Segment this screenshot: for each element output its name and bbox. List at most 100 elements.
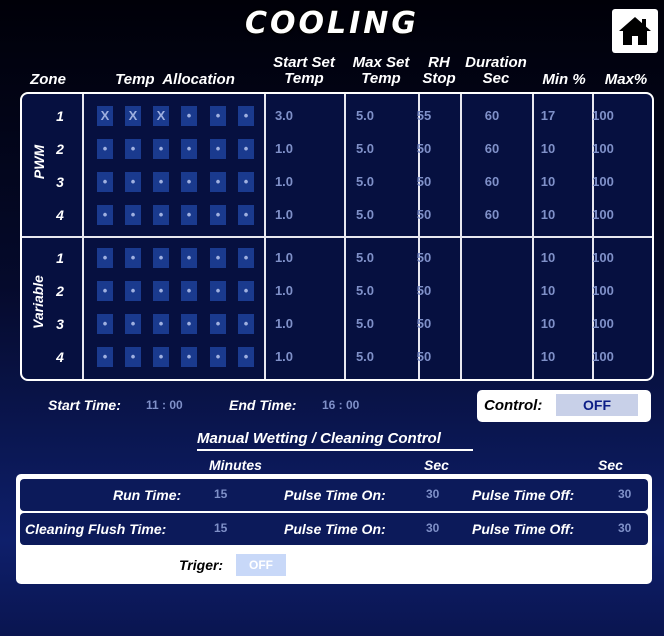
pwm-alloc-cell[interactable]: • bbox=[153, 205, 169, 225]
pulse-on-value[interactable]: 30 bbox=[426, 521, 439, 535]
pwm-duration-value[interactable]: 60 bbox=[472, 174, 512, 189]
variable-alloc-cell[interactable]: • bbox=[181, 248, 197, 268]
variable-alloc-cell[interactable]: • bbox=[181, 347, 197, 367]
pwm-start-value[interactable]: 1.0 bbox=[264, 174, 304, 189]
pwm-alloc-cell[interactable]: • bbox=[181, 106, 197, 126]
variable-max-value[interactable]: 5.0 bbox=[345, 283, 385, 298]
pwm-alloc-cell[interactable]: • bbox=[210, 172, 226, 192]
pwm-start-value[interactable]: 1.0 bbox=[264, 141, 304, 156]
variable-start-value[interactable]: 1.0 bbox=[264, 349, 304, 364]
variable-alloc-cell[interactable]: • bbox=[238, 347, 254, 367]
pwm-alloc-cell[interactable]: • bbox=[238, 106, 254, 126]
pwm-duration-value[interactable]: 60 bbox=[472, 108, 512, 123]
run-time-value[interactable]: 15 bbox=[214, 487, 227, 501]
variable-maxp-value[interactable]: 100 bbox=[583, 349, 623, 364]
pwm-rh-value[interactable]: 55 bbox=[404, 108, 444, 123]
pwm-alloc-cell[interactable]: • bbox=[125, 172, 141, 192]
variable-maxp-value[interactable]: 100 bbox=[583, 250, 623, 265]
pwm-maxp-value[interactable]: 100 bbox=[583, 207, 623, 222]
pwm-min-value[interactable]: 17 bbox=[528, 108, 568, 123]
variable-alloc-cell[interactable]: • bbox=[210, 347, 226, 367]
pwm-rh-value[interactable]: 50 bbox=[404, 141, 444, 156]
variable-max-value[interactable]: 5.0 bbox=[345, 250, 385, 265]
pwm-min-value[interactable]: 10 bbox=[528, 174, 568, 189]
pwm-alloc-cell[interactable]: • bbox=[238, 172, 254, 192]
pwm-alloc-cell[interactable]: • bbox=[238, 139, 254, 159]
variable-max-value[interactable]: 5.0 bbox=[345, 316, 385, 331]
pwm-alloc-cell[interactable]: • bbox=[181, 205, 197, 225]
pwm-duration-value[interactable]: 60 bbox=[472, 141, 512, 156]
variable-rh-value[interactable]: 50 bbox=[404, 349, 444, 364]
variable-max-value[interactable]: 5.0 bbox=[345, 349, 385, 364]
pwm-alloc-cell[interactable]: • bbox=[238, 205, 254, 225]
variable-maxp-value[interactable]: 100 bbox=[583, 283, 623, 298]
pwm-alloc-cell[interactable]: X bbox=[125, 106, 141, 126]
variable-alloc-cell[interactable]: • bbox=[125, 248, 141, 268]
pwm-alloc-cell[interactable]: X bbox=[97, 106, 113, 126]
pwm-alloc-cell[interactable]: • bbox=[97, 172, 113, 192]
pwm-start-value[interactable]: 3.0 bbox=[264, 108, 304, 123]
control-toggle[interactable]: OFF bbox=[556, 394, 638, 416]
pwm-max-value[interactable]: 5.0 bbox=[345, 108, 385, 123]
pwm-maxp-value[interactable]: 100 bbox=[583, 108, 623, 123]
pwm-alloc-cell[interactable]: • bbox=[97, 205, 113, 225]
pulse-off-value[interactable]: 30 bbox=[618, 521, 631, 535]
pwm-rh-value[interactable]: 50 bbox=[404, 174, 444, 189]
variable-alloc-cell[interactable]: • bbox=[181, 314, 197, 334]
pwm-alloc-cell[interactable]: • bbox=[181, 139, 197, 159]
variable-alloc-cell[interactable]: • bbox=[153, 248, 169, 268]
variable-alloc-cell[interactable]: • bbox=[97, 314, 113, 334]
variable-alloc-cell[interactable]: • bbox=[97, 281, 113, 301]
variable-start-value[interactable]: 1.0 bbox=[264, 250, 304, 265]
variable-alloc-cell[interactable]: • bbox=[153, 347, 169, 367]
variable-alloc-cell[interactable]: • bbox=[97, 347, 113, 367]
pwm-alloc-cell[interactable]: • bbox=[153, 139, 169, 159]
variable-alloc-cell[interactable]: • bbox=[153, 314, 169, 334]
variable-alloc-cell[interactable]: • bbox=[238, 281, 254, 301]
pwm-alloc-cell[interactable]: • bbox=[153, 172, 169, 192]
variable-rh-value[interactable]: 50 bbox=[404, 283, 444, 298]
variable-alloc-cell[interactable]: • bbox=[125, 314, 141, 334]
pwm-alloc-cell[interactable]: • bbox=[181, 172, 197, 192]
flush-time-value[interactable]: 15 bbox=[214, 521, 227, 535]
pulse-on-value[interactable]: 30 bbox=[426, 487, 439, 501]
pulse-off-value[interactable]: 30 bbox=[618, 487, 631, 501]
variable-alloc-cell[interactable]: • bbox=[97, 248, 113, 268]
variable-maxp-value[interactable]: 100 bbox=[583, 316, 623, 331]
pwm-maxp-value[interactable]: 100 bbox=[583, 174, 623, 189]
variable-rh-value[interactable]: 50 bbox=[404, 316, 444, 331]
pwm-rh-value[interactable]: 50 bbox=[404, 207, 444, 222]
variable-alloc-cell[interactable]: • bbox=[181, 281, 197, 301]
variable-min-value[interactable]: 10 bbox=[528, 250, 568, 265]
variable-rh-value[interactable]: 50 bbox=[404, 250, 444, 265]
variable-min-value[interactable]: 10 bbox=[528, 316, 568, 331]
variable-min-value[interactable]: 10 bbox=[528, 283, 568, 298]
pwm-alloc-cell[interactable]: • bbox=[210, 205, 226, 225]
start-time-value[interactable]: 11 : 00 bbox=[146, 398, 183, 412]
variable-alloc-cell[interactable]: • bbox=[238, 314, 254, 334]
variable-alloc-cell[interactable]: • bbox=[210, 314, 226, 334]
pwm-max-value[interactable]: 5.0 bbox=[345, 174, 385, 189]
variable-start-value[interactable]: 1.0 bbox=[264, 316, 304, 331]
pwm-max-value[interactable]: 5.0 bbox=[345, 207, 385, 222]
pwm-alloc-cell[interactable]: • bbox=[210, 139, 226, 159]
trigger-toggle[interactable]: OFF bbox=[236, 554, 286, 576]
variable-alloc-cell[interactable]: • bbox=[210, 248, 226, 268]
pwm-maxp-value[interactable]: 100 bbox=[583, 141, 623, 156]
pwm-alloc-cell[interactable]: X bbox=[153, 106, 169, 126]
pwm-alloc-cell[interactable]: • bbox=[125, 139, 141, 159]
variable-alloc-cell[interactable]: • bbox=[210, 281, 226, 301]
variable-alloc-cell[interactable]: • bbox=[238, 248, 254, 268]
variable-min-value[interactable]: 10 bbox=[528, 349, 568, 364]
pwm-duration-value[interactable]: 60 bbox=[472, 207, 512, 222]
variable-alloc-cell[interactable]: • bbox=[153, 281, 169, 301]
variable-alloc-cell[interactable]: • bbox=[125, 347, 141, 367]
pwm-alloc-cell[interactable]: • bbox=[97, 139, 113, 159]
pwm-alloc-cell[interactable]: • bbox=[210, 106, 226, 126]
pwm-min-value[interactable]: 10 bbox=[528, 141, 568, 156]
home-button[interactable] bbox=[612, 9, 658, 53]
pwm-max-value[interactable]: 5.0 bbox=[345, 141, 385, 156]
pwm-min-value[interactable]: 10 bbox=[528, 207, 568, 222]
pwm-alloc-cell[interactable]: • bbox=[125, 205, 141, 225]
end-time-value[interactable]: 16 : 00 bbox=[322, 398, 359, 412]
